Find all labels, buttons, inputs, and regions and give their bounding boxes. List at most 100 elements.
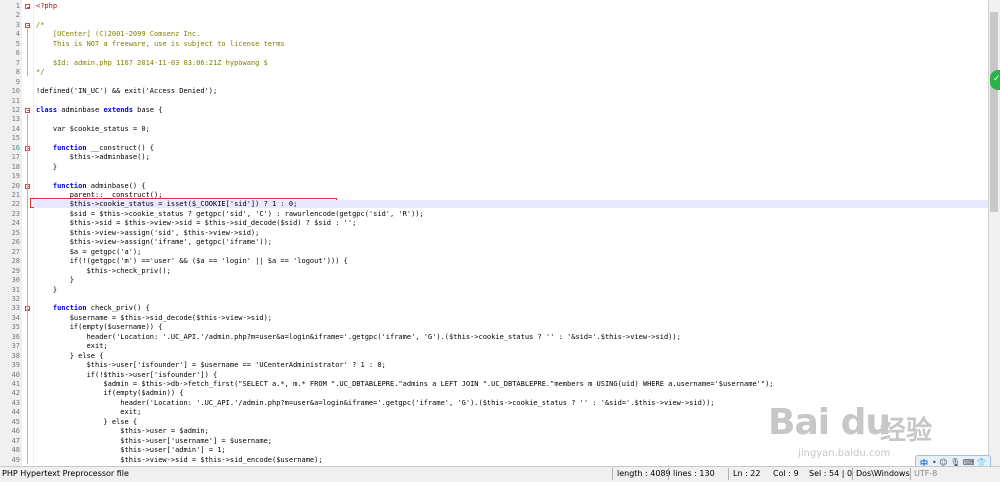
code-line[interactable]: } else { [36,418,137,427]
line-number: 30 [11,276,20,285]
code-line[interactable]: $this->view->assign('sid', $this->view->… [36,229,260,238]
code-line[interactable]: $this->adminbase(); [36,153,150,162]
code-editor[interactable]: 1 <?php 2 3 /* 4 [UCenter] (C)2001-2099 Comse… [0,0,988,466]
code-line[interactable]: */ [36,68,44,77]
code-line[interactable]: $Id: admin.php 1167 2014-11-03 03:06:21Z… [36,59,268,68]
code-line[interactable]: $this->check_priv(); [36,267,171,276]
line-number: 41 [11,380,20,388]
fold-toggle-icon[interactable] [25,4,30,9]
code-line[interactable]: if(!$this->user['isfounder']) { [36,371,218,380]
line-number: 3 [15,20,20,29]
line-number: 16 [11,143,20,152]
line-number: 7 [15,58,20,67]
line-number: 2 [15,11,20,20]
code-line[interactable]: $this->user = $admin; [36,427,209,436]
line-number: 40 [11,370,20,379]
line-number: 8 [15,68,20,77]
watermark-url: jingyan.baidu.com [798,448,891,459]
floating-plugin-button[interactable]: ✓ [990,70,1000,90]
line-number: 15 [11,134,20,143]
code-line[interactable]: $this->user['admin'] = 1; [36,446,225,455]
code-line[interactable]: $this->sid = $this->view->sid = $this->s… [36,219,357,228]
code-line[interactable]: parent::__construct(); [36,191,163,200]
line-number: 33 [11,304,20,313]
line-number: 44 [11,408,20,417]
code-line[interactable]: function check_priv() { [36,304,150,313]
code-line[interactable]: if(!(getgpc('m') =='user' && ($a == 'log… [36,257,348,266]
line-number: 24 [11,219,20,228]
code-line[interactable]: $this->view->sid = $this->sid_encode($us… [36,456,322,465]
line-number: 23 [11,209,20,218]
code-line[interactable]: class adminbase extends base { [36,106,162,115]
line-number: 6 [15,49,20,58]
code-line[interactable]: } [36,163,57,172]
fold-toggle-icon[interactable] [25,22,30,28]
code-line[interactable]: $this->view->assign('iframe', getgpc('if… [36,238,272,247]
fold-guide [27,28,28,77]
file-type-label: PHP Hypertext Preprocessor file [2,469,129,478]
watermark-logo: Bai du [768,402,891,443]
line-number: 5 [15,39,20,48]
line-number: 32 [11,294,20,303]
line-number: 37 [11,342,20,351]
code-line[interactable]: } else { [36,352,104,361]
line-position-label: Ln : 22 [733,469,761,478]
code-line[interactable]: header('Location: '.UC_API.'/admin.php?m… [36,399,714,408]
fold-guide [27,151,28,171]
column-label: Col : 9 [773,469,799,478]
code-line[interactable]: $this->user['isfounder'] = $username == … [36,361,386,370]
lines-label: lines : 130 [673,469,715,478]
fold-margin [22,0,34,466]
line-number: 25 [11,228,20,237]
code-line[interactable]: [UCenter] (C)2001-2099 Comsenz Inc. [36,30,201,39]
line-number: 13 [11,115,20,124]
line-number: 26 [11,238,20,247]
code-line[interactable]: $admin = $this->db->fetch_first("SELECT … [36,380,773,389]
code-line[interactable]: !defined('IN_UC') && exit('Access Denied… [36,87,217,96]
code-line[interactable]: var $cookie_status = 0; [36,125,150,134]
line-number: 42 [11,389,20,398]
plugin-icon: ✓ [993,74,1000,84]
code-line[interactable]: function __construct() { [36,144,154,153]
code-line[interactable]: if(empty($admin)) { [36,389,183,398]
line-number: 34 [11,313,20,322]
length-label: length : 4089 [617,469,671,478]
line-number: 11 [11,96,20,105]
status-bar: PHP Hypertext Preprocessor file length :… [0,466,1000,482]
line-number: 49 [11,455,20,464]
code-line[interactable]: $sid = $this->cookie_status ? getgpc('si… [36,210,424,219]
code-line[interactable]: } [36,286,57,295]
encoding-label[interactable]: UTF-8 [914,469,937,478]
fold-guide [27,189,28,294]
code-line[interactable]: header('Location: '.UC_API.'/admin.php?m… [36,333,681,342]
code-line[interactable]: if(empty($username)) { [36,323,163,332]
line-number: 36 [11,332,20,341]
code-line[interactable]: $this->user['username'] = $username; [36,437,272,446]
line-number: 31 [11,285,20,294]
code-line[interactable]: $a = getgpc('a'); [36,248,142,257]
scrollbar-thumb[interactable] [990,12,998,212]
code-line[interactable]: } [36,276,74,285]
code-line[interactable]: <?php [36,2,57,11]
line-number: 10 [11,87,20,96]
line-number: 14 [11,124,20,133]
line-number: 20 [11,181,20,190]
code-line[interactable]: $username = $this->sid_decode($this->vie… [36,314,272,323]
code-line[interactable]: exit; [36,408,141,417]
fold-toggle-icon[interactable] [25,107,30,113]
code-line[interactable]: $this->cookie_status = isset($_COOKIE['s… [36,200,298,209]
code-line[interactable]: /* [36,21,44,30]
line-number: 43 [11,398,20,407]
code-line[interactable]: exit; [36,342,108,351]
line-number: 21 [11,191,20,199]
code-line[interactable]: function adminbase() { [36,182,146,191]
eol-label[interactable]: Dos\Windows [856,469,910,478]
line-number: 4 [15,30,20,39]
line-number: 47 [11,436,20,445]
line-number: 1 [15,2,20,10]
line-number: 46 [11,427,20,436]
code-line[interactable]: This is NOT a freeware, use is subject t… [36,40,285,49]
line-number: 9 [15,77,20,86]
line-number: 35 [11,323,20,332]
line-number: 22 [11,200,20,209]
